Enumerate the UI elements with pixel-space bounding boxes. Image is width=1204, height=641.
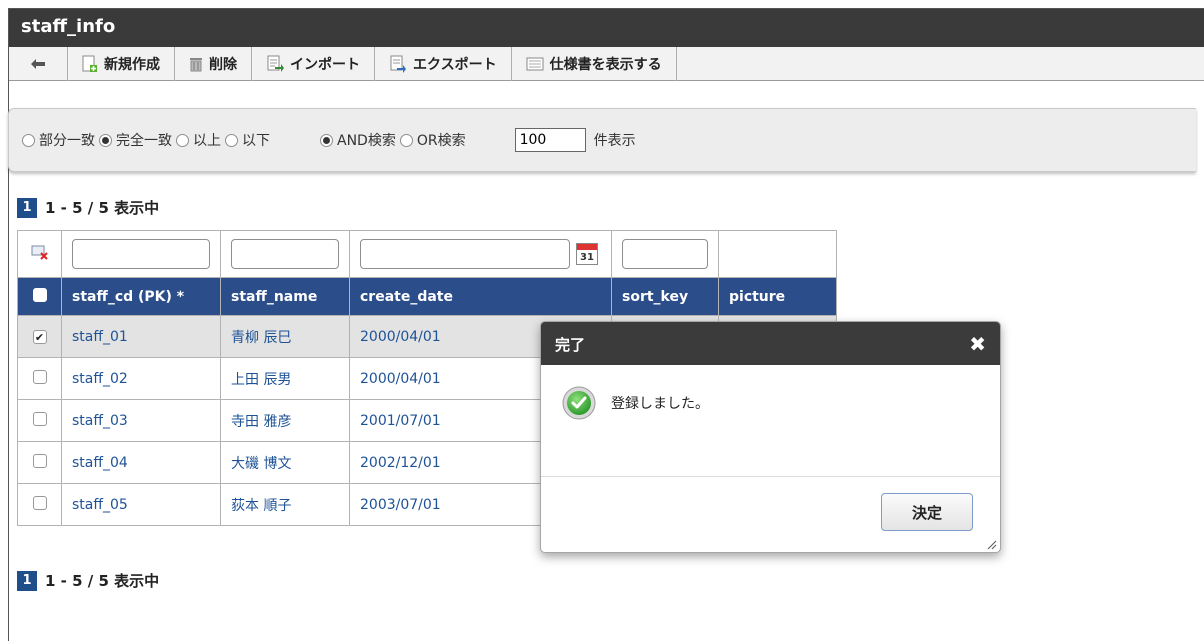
display-count-suffix: 件表示	[593, 133, 636, 149]
staff-cd-cell[interactable]: staff_03	[61, 399, 221, 442]
dialog-body: 登録しました。	[541, 365, 1000, 477]
delete-button[interactable]: 削除	[175, 47, 252, 81]
staff-cd-filter[interactable]	[72, 239, 210, 269]
success-check-icon	[562, 386, 596, 420]
delete-button-label: 削除	[209, 57, 237, 73]
calendar-icon[interactable]: 31	[576, 243, 598, 265]
select-all-header[interactable]	[17, 277, 62, 316]
radio-less-equal[interactable]: 以下	[225, 130, 270, 150]
column-header-staff-name[interactable]: staff_name	[220, 277, 350, 316]
staff-cd-cell[interactable]: staff_04	[61, 441, 221, 484]
export-icon	[390, 55, 406, 73]
dialog-title: 完了	[555, 336, 586, 354]
spec-document-icon	[526, 57, 544, 71]
back-button[interactable]	[9, 47, 68, 81]
close-icon[interactable]: ✖	[969, 332, 986, 356]
pager-top: 1 1 - 5 / 5 表示中	[17, 197, 159, 218]
row-checkbox[interactable]	[32, 453, 47, 468]
staff-name-cell[interactable]: 青柳 辰巳	[220, 315, 350, 358]
radio-partial-match[interactable]: 部分一致	[22, 130, 95, 150]
new-document-icon	[82, 55, 97, 72]
sort-key-filter[interactable]	[622, 239, 708, 269]
ok-button[interactable]: 決定	[881, 493, 973, 531]
import-icon	[267, 55, 284, 72]
staff-cd-cell[interactable]: staff_02	[61, 357, 221, 400]
dialog-message: 登録しました。	[611, 396, 709, 412]
window-title: staff_info	[9, 9, 1204, 47]
radio-exact-match[interactable]: 完全一致	[99, 130, 172, 150]
export-button[interactable]: エクスポート	[375, 47, 512, 81]
create-date-filter[interactable]	[360, 239, 570, 269]
completion-dialog: 完了 ✖ 登録しました。 決定	[540, 321, 1001, 553]
page-number-button[interactable]: 1	[17, 570, 37, 591]
import-button[interactable]: インポート	[252, 47, 375, 81]
clear-filter-cell[interactable]	[17, 230, 62, 278]
pager-bottom: 1 1 - 5 / 5 表示中	[17, 570, 159, 591]
toolbar: 新規作成 削除 インポート エクスポート 仕様書を表示する	[9, 47, 1204, 81]
clear-filter-icon	[31, 245, 48, 260]
show-spec-button[interactable]: 仕様書を表示する	[512, 47, 677, 81]
search-options-panel: 部分一致 完全一致 以上 以下 AND検索 OR検索 件表示	[8, 108, 1196, 172]
row-checkbox[interactable]: ✔	[32, 330, 47, 344]
staff-cd-cell[interactable]: staff_01	[61, 315, 221, 358]
staff-name-cell[interactable]: 上田 辰男	[220, 357, 350, 400]
trash-icon	[190, 58, 202, 72]
column-header-picture[interactable]: picture	[718, 277, 837, 316]
export-button-label: エクスポート	[413, 57, 497, 73]
staff-cd-cell[interactable]: staff_05	[61, 483, 221, 526]
back-arrow-icon	[31, 59, 45, 69]
row-checkbox[interactable]	[32, 495, 47, 510]
dialog-footer: 決定	[541, 477, 1000, 552]
row-checkbox[interactable]	[32, 411, 47, 426]
row-checkbox[interactable]	[32, 369, 47, 384]
import-button-label: インポート	[290, 57, 360, 73]
staff-name-cell[interactable]: 荻本 順子	[220, 483, 350, 526]
radio-greater-equal[interactable]: 以上	[176, 130, 221, 150]
radio-or-search[interactable]: OR検索	[399, 130, 466, 150]
column-header-staff-cd[interactable]: staff_cd (PK) *	[61, 277, 221, 316]
filter-row: 31	[17, 230, 837, 278]
new-button-label: 新規作成	[104, 57, 160, 73]
page-number-button[interactable]: 1	[17, 197, 37, 218]
pager-summary: 1 - 5 / 5 表示中	[45, 572, 160, 590]
radio-and-search[interactable]: AND検索	[320, 130, 396, 150]
column-header-sort-key[interactable]: sort_key	[611, 277, 719, 316]
staff-name-filter[interactable]	[231, 239, 339, 269]
pager-summary: 1 - 5 / 5 表示中	[45, 199, 160, 217]
show-spec-button-label: 仕様書を表示する	[549, 57, 662, 73]
staff-name-cell[interactable]: 大磯 博文	[220, 441, 350, 484]
select-all-checkbox[interactable]	[32, 287, 47, 302]
display-count-input[interactable]	[514, 128, 586, 152]
staff-name-cell[interactable]: 寺田 雅彦	[220, 399, 350, 442]
new-button[interactable]: 新規作成	[68, 47, 175, 81]
header-row: staff_cd (PK) * staff_name create_date s…	[17, 277, 837, 316]
dialog-header: 完了 ✖	[541, 322, 1000, 365]
resize-grip-icon[interactable]	[985, 538, 997, 550]
column-header-create-date[interactable]: create_date	[349, 277, 612, 316]
